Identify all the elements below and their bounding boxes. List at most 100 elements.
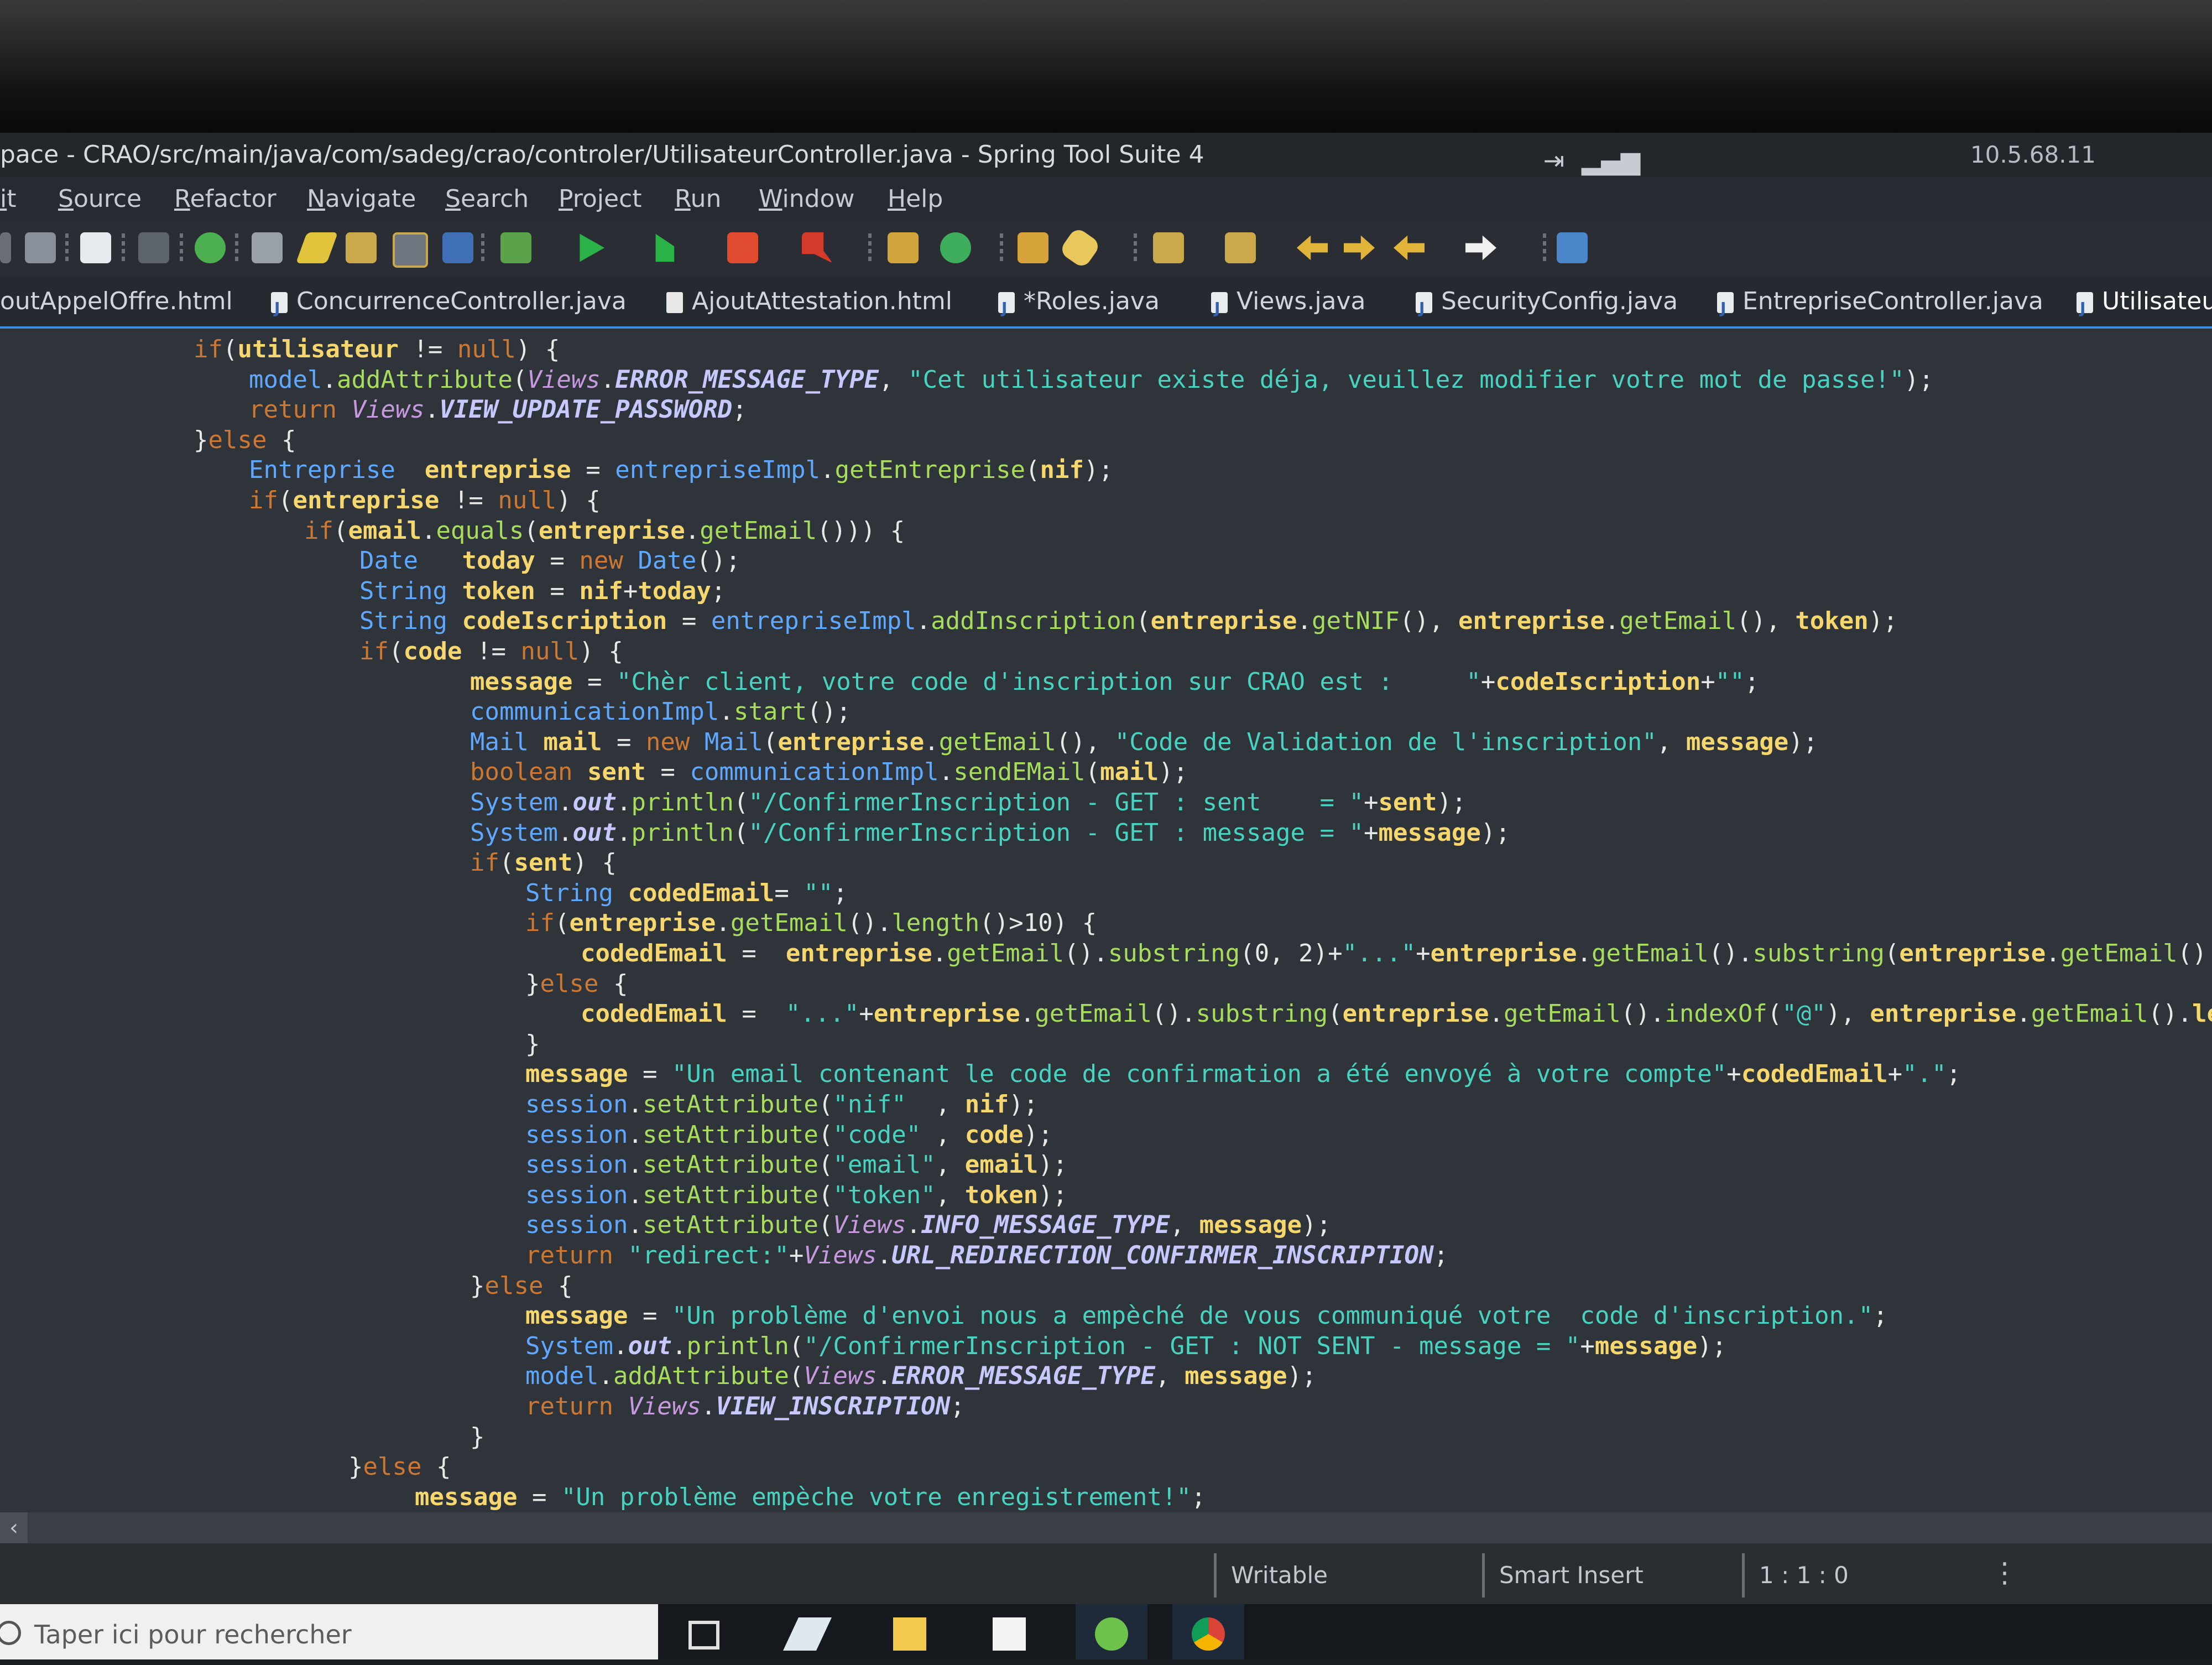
- java-file-icon: [998, 283, 1015, 333]
- code-line[interactable]: if(code != null) {: [359, 636, 623, 667]
- highlight-icon[interactable]: [295, 232, 338, 263]
- code-line[interactable]: if(email.equals(entreprise.getEmail())) …: [304, 516, 905, 547]
- edit-icon[interactable]: [1058, 226, 1102, 269]
- menu-run[interactable]: Run: [675, 177, 721, 221]
- code-line[interactable]: Entreprise entreprise = entrepriseImpl.g…: [249, 455, 1113, 486]
- code-line[interactable]: session.setAttribute("email", email);: [525, 1149, 1067, 1180]
- code-line[interactable]: System.out.println("/ConfirmerInscriptio…: [525, 1331, 1726, 1362]
- forward-icon[interactable]: [1344, 235, 1375, 261]
- code-line[interactable]: String codedEmail= "";: [525, 878, 848, 909]
- bug-icon[interactable]: [500, 232, 531, 263]
- code-line[interactable]: Mail mail = new Mail(entreprise.getEmail…: [470, 727, 1818, 758]
- terminal-icon[interactable]: [80, 232, 111, 263]
- open-perspective-icon[interactable]: [1557, 232, 1588, 263]
- code-line[interactable]: codedEmail = entreprise.getEmail().subst…: [581, 938, 2212, 969]
- tab-ajoutattestation[interactable]: AjoutAttestation.html: [666, 277, 952, 326]
- disconnect-icon[interactable]: [802, 232, 833, 263]
- code-line[interactable]: message = "Chèr client, votre code d'ins…: [470, 667, 1759, 698]
- open-folder-icon[interactable]: [1018, 232, 1048, 263]
- pin-icon[interactable]: ⇥: [1537, 138, 1571, 175]
- menu-search[interactable]: Search: [445, 177, 529, 221]
- search-placeholder: Taper ici pour rechercher: [34, 1620, 352, 1650]
- code-line[interactable]: String codeIscription = entrepriseImpl.a…: [359, 606, 1898, 637]
- code-line[interactable]: return "redirect:"+Views.URL_REDIRECTION…: [525, 1240, 1448, 1271]
- open-file-icon[interactable]: [346, 232, 377, 263]
- toolbar-separator: [481, 233, 484, 264]
- block-select-icon[interactable]: [393, 232, 428, 268]
- code-line[interactable]: System.out.println("/ConfirmerInscriptio…: [470, 787, 1466, 818]
- menu-navigate[interactable]: Navigate: [307, 177, 416, 221]
- last-edit-icon[interactable]: [1394, 235, 1425, 261]
- code-line[interactable]: }else {: [348, 1451, 451, 1482]
- menu-help[interactable]: Help: [888, 177, 943, 221]
- stop-icon[interactable]: [727, 232, 758, 263]
- code-line[interactable]: if(sent) {: [470, 847, 617, 878]
- menu-refactor[interactable]: Refactor: [174, 177, 276, 221]
- code-line[interactable]: System.out.println("/ConfirmerInscriptio…: [470, 818, 1510, 849]
- toolbar-separator: [1543, 233, 1546, 264]
- code-line[interactable]: codedEmail = "..."+entreprise.getEmail()…: [581, 998, 2212, 1029]
- tab-outappeloffre[interactable]: outAppelOffre.html: [0, 277, 233, 326]
- tab-roles[interactable]: *Roles.java: [998, 277, 1160, 333]
- code-line[interactable]: communicationImpl.start();: [470, 696, 851, 727]
- taskbar-search[interactable]: Taper ici pour rechercher: [0, 1604, 658, 1659]
- code-line[interactable]: if(entreprise.getEmail().length()>10) {: [525, 908, 1097, 939]
- tab-securityconfig[interactable]: SecurityConfig.java: [1416, 277, 1678, 333]
- code-line[interactable]: return Views.VIEW_INSCRIPTION;: [525, 1391, 965, 1422]
- run-server-icon[interactable]: [655, 233, 675, 262]
- taskbar-file-explorer[interactable]: [874, 1604, 946, 1659]
- refresh-green-icon[interactable]: [940, 232, 971, 263]
- tab-entreprisecontroller[interactable]: EntrepriseController.java: [1717, 277, 2043, 333]
- horizontal-scrollbar[interactable]: ‹: [0, 1512, 2212, 1543]
- tab-utilisateurcontroller[interactable]: Utilisateu: [2077, 277, 2212, 333]
- code-line[interactable]: model.addAttribute(Views.ERROR_MESSAGE_T…: [249, 365, 1933, 396]
- code-line[interactable]: session.setAttribute("nif" , nif);: [525, 1089, 1038, 1120]
- navigate-forward-icon[interactable]: [1465, 235, 1496, 261]
- scroll-left-icon[interactable]: ‹: [0, 1512, 28, 1543]
- code-line[interactable]: if(utilisateur != null) {: [194, 334, 560, 365]
- taskbar-spring-tool-suite[interactable]: [1076, 1604, 1147, 1659]
- skip-breakpoints-icon[interactable]: [138, 232, 169, 263]
- code-line[interactable]: }else {: [470, 1271, 572, 1302]
- code-line[interactable]: boolean sent = communicationImpl.sendEMa…: [470, 757, 1188, 788]
- code-line[interactable]: }: [525, 1029, 540, 1060]
- task-view-button[interactable]: [669, 1604, 741, 1659]
- code-line[interactable]: if(entreprise != null) {: [249, 485, 601, 516]
- code-editor[interactable]: if(utilisateur != null) {model.addAttrib…: [0, 329, 2212, 1512]
- code-line[interactable]: }else {: [525, 969, 628, 1000]
- code-line[interactable]: session.setAttribute("token", token);: [525, 1180, 1067, 1211]
- code-line[interactable]: Date today = new Date();: [359, 545, 740, 576]
- toolbar-separator: [1000, 233, 1003, 264]
- taskbar-app-notes[interactable]: [973, 1604, 1045, 1659]
- code-line[interactable]: }: [470, 1422, 485, 1453]
- status-cursor-position: 1 : 1 : 0: [1742, 1553, 1849, 1598]
- toolbar-separator: [1134, 233, 1137, 264]
- menu-window[interactable]: Window: [759, 177, 855, 221]
- previous-annotation-icon[interactable]: [1225, 232, 1256, 263]
- code-line[interactable]: message = "Un email contenant le code de…: [525, 1059, 1961, 1090]
- refresh-icon[interactable]: [252, 232, 283, 263]
- menu-edit[interactable]: it: [0, 177, 17, 221]
- back-icon[interactable]: [1297, 235, 1328, 261]
- new-project-icon[interactable]: [888, 232, 919, 263]
- code-line[interactable]: session.setAttribute(Views.INFO_MESSAGE_…: [525, 1210, 1331, 1241]
- more-icon[interactable]: ⋮: [1991, 1557, 2018, 1589]
- menu-source[interactable]: Source: [58, 177, 142, 221]
- taskbar-chrome[interactable]: [1172, 1604, 1244, 1659]
- next-annotation-icon[interactable]: [1153, 232, 1184, 263]
- code-line[interactable]: String token = nif+today;: [359, 576, 726, 607]
- tab-views[interactable]: Views.java: [1211, 277, 1366, 333]
- run-icon[interactable]: [580, 233, 605, 262]
- code-line[interactable]: message = "Un problème empèche votre enr…: [415, 1482, 1206, 1512]
- code-line[interactable]: return Views.VIEW_UPDATE_PASSWORD;: [249, 394, 747, 425]
- code-line[interactable]: model.addAttribute(Views.ERROR_MESSAGE_T…: [525, 1361, 1317, 1392]
- code-line[interactable]: }else {: [194, 425, 296, 456]
- save-all-icon[interactable]: [25, 232, 56, 263]
- code-line[interactable]: session.setAttribute("code" , code);: [525, 1120, 1053, 1151]
- spring-boot-icon[interactable]: [195, 232, 226, 263]
- menu-project[interactable]: Project: [559, 177, 642, 221]
- tab-concurrencecontroller[interactable]: ConcurrenceController.java: [271, 277, 627, 333]
- taskbar-app-feather[interactable]: [771, 1604, 843, 1659]
- code-line[interactable]: message = "Un problème d'envoi nous a em…: [525, 1300, 1888, 1331]
- show-whitespace-icon[interactable]: [442, 232, 473, 263]
